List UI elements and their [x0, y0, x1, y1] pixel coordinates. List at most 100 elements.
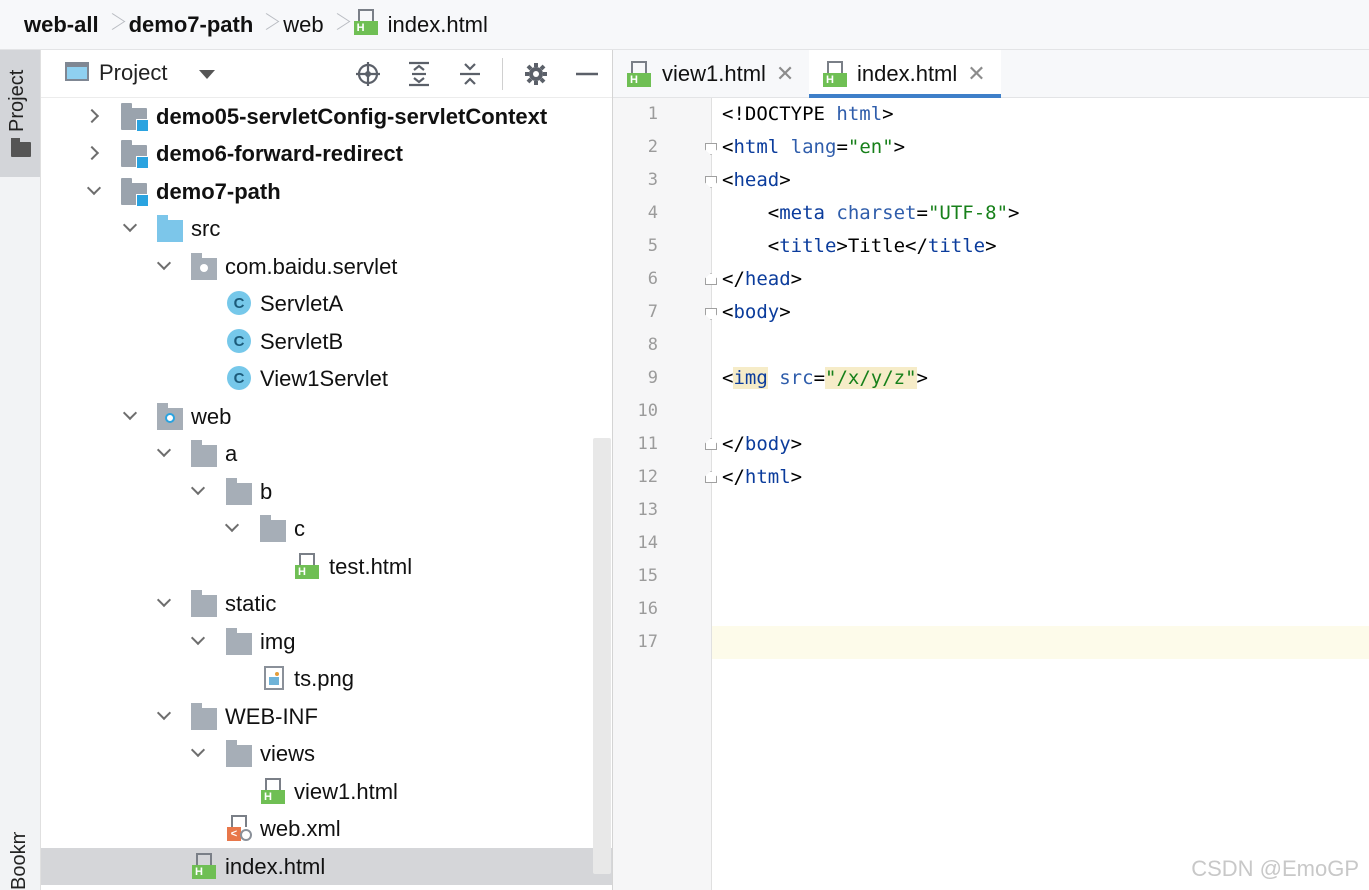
tree-label: ServletA [260, 291, 344, 316]
tree-row-a[interactable]: a [41, 435, 612, 472]
tree-row-src[interactable]: src [41, 210, 612, 247]
breadcrumb-separator-icon [253, 0, 283, 50]
line-number: 7 [647, 302, 658, 322]
line-number: 12 [637, 467, 658, 487]
chevron-right-icon[interactable] [84, 108, 100, 124]
package-icon [191, 253, 217, 280]
html-file-icon: H [192, 853, 216, 879]
project-panel-header: Project [41, 50, 612, 98]
line-number: 16 [637, 599, 658, 619]
module-folder-icon [121, 178, 149, 207]
line-number: 15 [637, 566, 658, 586]
project-tool-tab[interactable]: Project [0, 50, 40, 177]
tree-row-demo05[interactable]: demo05-servletConfig-servletContext [41, 98, 612, 135]
tree-row-view1servlet[interactable]: C View1Servlet [41, 360, 612, 397]
chevron-down-icon[interactable] [156, 592, 172, 608]
folder-icon [11, 138, 31, 157]
tree-row-c[interactable]: c [41, 510, 612, 547]
class-icon: C [227, 291, 251, 315]
xml-file-icon: < [227, 815, 252, 841]
breadcrumb-item-index-html[interactable]: H index.html [353, 8, 488, 38]
tree-label: static [225, 591, 277, 616]
breadcrumb-item-web[interactable]: web [283, 12, 323, 38]
html-file-icon: H [295, 553, 319, 579]
tab-view1-html[interactable]: H view1.html ✕ [613, 50, 808, 97]
tree-row-ts-png[interactable]: ts.png [41, 660, 612, 697]
locate-icon[interactable] [354, 60, 382, 88]
html-file-icon: H [823, 61, 847, 87]
tree-scrollbar[interactable] [593, 438, 611, 874]
class-icon: C [227, 329, 251, 353]
code-line-3: <head> [722, 169, 791, 191]
tree-row-web-inf[interactable]: WEB-INF [41, 698, 612, 735]
tree-label: view1.html [294, 779, 398, 804]
web-folder-icon [157, 403, 183, 430]
tree-row-test-html[interactable]: H test.html [41, 548, 612, 585]
chevron-down-icon[interactable] [199, 70, 215, 79]
breadcrumb-item-web-all[interactable]: web-all [24, 12, 99, 38]
line-number: 5 [647, 236, 658, 256]
folder-icon [191, 440, 217, 467]
chevron-down-icon[interactable] [156, 442, 172, 458]
folder-icon [191, 590, 217, 617]
project-view-selector[interactable]: Project [99, 60, 167, 86]
code-line-5: <title>Title</title> [722, 235, 997, 257]
module-folder-icon [121, 140, 149, 169]
tree-row-demo6[interactable]: demo6-forward-redirect [41, 135, 612, 172]
folder-icon [260, 515, 286, 542]
project-panel: Project demo05-servletConfig-servletCont… [41, 50, 612, 890]
tree-label: demo6-forward-redirect [156, 141, 403, 166]
tree-row-b[interactable]: b [41, 473, 612, 510]
line-number: 17 [637, 632, 658, 652]
line-number: 1 [647, 104, 658, 124]
html-file-icon: H [627, 61, 651, 87]
minimize-icon[interactable] [573, 60, 601, 88]
tree-row-servletb[interactable]: C ServletB [41, 323, 612, 360]
breadcrumb-separator-icon [99, 0, 129, 50]
chevron-right-icon[interactable] [84, 145, 100, 161]
tree-row-servleta[interactable]: C ServletA [41, 285, 612, 322]
breadcrumb-item-demo7-path[interactable]: demo7-path [129, 12, 254, 38]
tree-row-img[interactable]: img [41, 623, 612, 660]
tree-row-web[interactable]: web [41, 398, 612, 435]
chevron-down-icon[interactable] [122, 217, 138, 233]
tree-row-views[interactable]: views [41, 735, 612, 772]
tree-row-view1-html[interactable]: H view1.html [41, 773, 612, 810]
chevron-down-icon[interactable] [190, 630, 206, 646]
chevron-down-icon[interactable] [122, 405, 138, 421]
expand-all-icon[interactable] [405, 60, 433, 88]
chevron-down-icon[interactable] [224, 517, 240, 533]
code-line-1: <!DOCTYPE html> [722, 103, 894, 125]
tree-row-demo7-path[interactable]: demo7-path [41, 173, 612, 210]
tree-label: ts.png [294, 666, 354, 691]
tree-label: index.html [225, 854, 326, 879]
tree-row-index-html[interactable]: H index.html [41, 848, 612, 885]
tree-row-web-xml[interactable]: < web.xml [41, 810, 612, 847]
line-number: 6 [647, 269, 658, 289]
chevron-down-icon[interactable] [190, 480, 206, 496]
tree-label: ServletB [260, 329, 344, 354]
tree-label: src [191, 216, 221, 241]
close-icon[interactable]: ✕ [776, 61, 794, 87]
tree-label: c [294, 516, 305, 541]
code-line-12: </html> [722, 466, 803, 488]
chevron-down-icon[interactable] [86, 180, 102, 196]
code-editor[interactable]: <!DOCTYPE html> <html lang="en"> <head> … [712, 98, 1369, 890]
chevron-down-icon[interactable] [190, 742, 206, 758]
tab-index-html[interactable]: H index.html ✕ [809, 50, 1001, 98]
code-line-2: <html lang="en"> [722, 136, 906, 158]
close-icon[interactable]: ✕ [967, 61, 985, 87]
editor-gutter: 1 2 3 4 5 6 7 8 9 10 11 12 13 14 15 16 1… [613, 98, 717, 890]
chevron-down-icon[interactable] [156, 255, 172, 271]
code-line-7: <body> [722, 301, 791, 323]
gear-icon[interactable] [522, 60, 550, 88]
collapse-all-icon[interactable] [456, 60, 484, 88]
watermark: CSDN @EmoGP [1191, 856, 1359, 881]
line-number: 9 [647, 368, 658, 388]
tree-row-static[interactable]: static [41, 585, 612, 622]
tree-row-package[interactable]: com.baidu.servlet [41, 248, 612, 285]
code-line-6: </head> [722, 268, 803, 290]
line-number: 3 [647, 170, 658, 190]
bookmarks-tool-tab[interactable]: Bookmarks [8, 832, 31, 890]
chevron-down-icon[interactable] [156, 705, 172, 721]
